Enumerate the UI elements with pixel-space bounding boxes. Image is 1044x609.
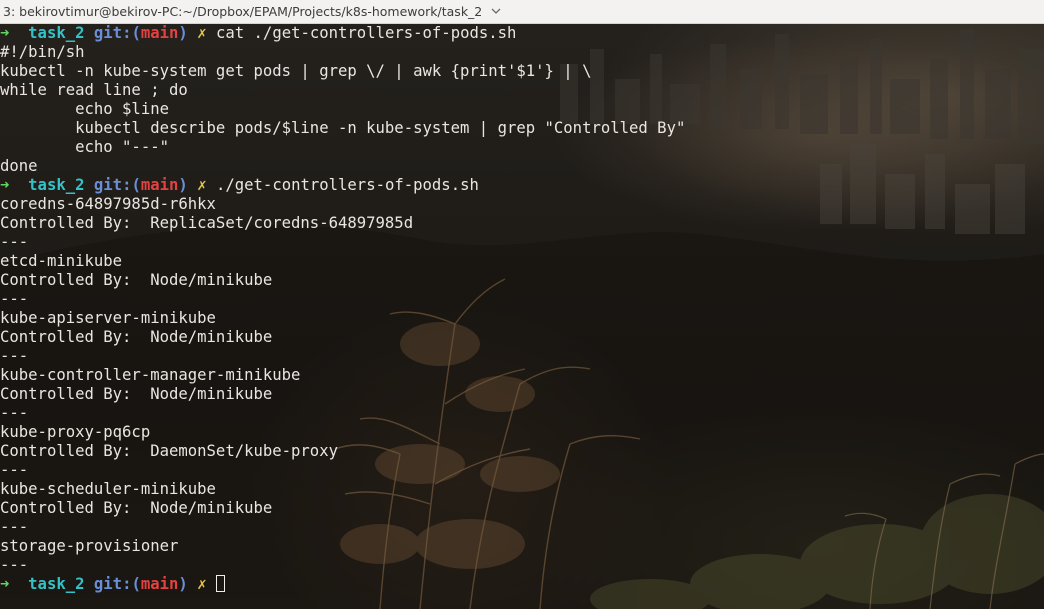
prompt-git-close: ) — [178, 575, 188, 593]
command-text: ./get-controllers-of-pods.sh — [215, 176, 479, 194]
output-line: Controlled By: DaemonSet/kube-proxy — [0, 442, 338, 460]
prompt-directory: task_2 — [28, 176, 85, 194]
prompt-branch: main — [140, 176, 179, 194]
tab-title: 3: bekirovtimur@bekirov-PC:~/Dropbox/EPA… — [3, 4, 483, 19]
terminal-tab[interactable]: 3: bekirovtimur@bekirov-PC:~/Dropbox/EPA… — [0, 0, 502, 24]
prompt-dirty-mark: ✗ — [197, 176, 207, 194]
script-line: echo $line — [0, 100, 169, 118]
output-line: --- — [0, 290, 29, 308]
script-line: echo "---" — [0, 138, 169, 156]
chevron-down-icon[interactable] — [490, 6, 502, 18]
script-line: kubectl -n kube-system get pods | grep \… — [0, 62, 592, 80]
terminal-window: 3: bekirovtimur@bekirov-PC:~/Dropbox/EPA… — [0, 0, 1044, 609]
output-line: Controlled By: Node/minikube — [0, 499, 273, 517]
output-line: Controlled By: Node/minikube — [0, 385, 273, 403]
output-line: Controlled By: ReplicaSet/coredns-648979… — [0, 214, 414, 232]
script-line: done — [0, 157, 38, 175]
output-line: Controlled By: Node/minikube — [0, 271, 273, 289]
prompt-git-close: ) — [178, 24, 188, 42]
prompt-arrow: ➜ — [0, 24, 10, 42]
terminal-tab-bar: 3: bekirovtimur@bekirov-PC:~/Dropbox/EPA… — [0, 0, 1044, 24]
output-line: --- — [0, 404, 29, 422]
script-line: while read line ; do — [0, 81, 188, 99]
output-line: --- — [0, 556, 29, 574]
output-line: Controlled By: Node/minikube — [0, 328, 273, 346]
prompt-git-close: ) — [178, 176, 188, 194]
terminal-output: ➜ task_2 git:(main) ✗ cat ./get-controll… — [0, 24, 685, 594]
prompt-arrow: ➜ — [0, 575, 10, 593]
terminal-pane[interactable]: ➜ task_2 git:(main) ✗ cat ./get-controll… — [0, 24, 1044, 609]
output-line: --- — [0, 347, 29, 365]
output-line: --- — [0, 518, 29, 536]
prompt-line: ➜ task_2 git:(main) ✗ ./get-controllers-… — [0, 176, 685, 195]
text-cursor[interactable] — [215, 575, 225, 592]
script-line: #!/bin/sh — [0, 43, 85, 61]
prompt-line: ➜ task_2 git:(main) ✗ — [0, 575, 685, 594]
prompt-git-label: git:( — [93, 176, 141, 194]
output-line: coredns-64897985d-r6hkx — [0, 195, 216, 213]
prompt-directory: task_2 — [28, 24, 85, 42]
prompt-arrow: ➜ — [0, 176, 10, 194]
prompt-dirty-mark: ✗ — [197, 575, 207, 593]
output-line: kube-scheduler-minikube — [0, 480, 216, 498]
prompt-git-label: git:( — [93, 575, 141, 593]
output-line: --- — [0, 461, 29, 479]
output-line: kube-controller-manager-minikube — [0, 366, 301, 384]
prompt-dirty-mark: ✗ — [197, 24, 207, 42]
prompt-line: ➜ task_2 git:(main) ✗ cat ./get-controll… — [0, 24, 685, 43]
output-line: kube-apiserver-minikube — [0, 309, 216, 327]
output-line: etcd-minikube — [0, 252, 123, 270]
prompt-branch: main — [140, 24, 179, 42]
prompt-branch: main — [140, 575, 179, 593]
prompt-directory: task_2 — [28, 575, 85, 593]
script-line: kubectl describe pods/$line -n kube-syst… — [0, 119, 686, 137]
output-line: storage-provisioner — [0, 537, 179, 555]
output-line: kube-proxy-pq6cp — [0, 423, 151, 441]
prompt-git-label: git:( — [93, 24, 141, 42]
command-text: cat ./get-controllers-of-pods.sh — [215, 24, 517, 42]
output-line: --- — [0, 233, 29, 251]
